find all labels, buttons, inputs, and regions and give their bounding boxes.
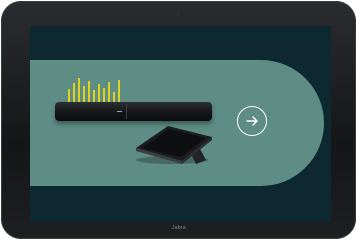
device-frame: Jabra	[0, 0, 358, 240]
audio-level-icon	[68, 78, 124, 102]
touch-controller-illustration	[136, 126, 212, 164]
camera-icon	[177, 13, 180, 16]
next-button[interactable]	[237, 106, 267, 136]
arrow-right-icon	[246, 116, 258, 126]
video-bar-illustration	[55, 102, 212, 121]
camera-lens-divider	[126, 104, 127, 119]
brand-logo: Jabra	[171, 225, 186, 231]
status-led	[117, 111, 122, 112]
